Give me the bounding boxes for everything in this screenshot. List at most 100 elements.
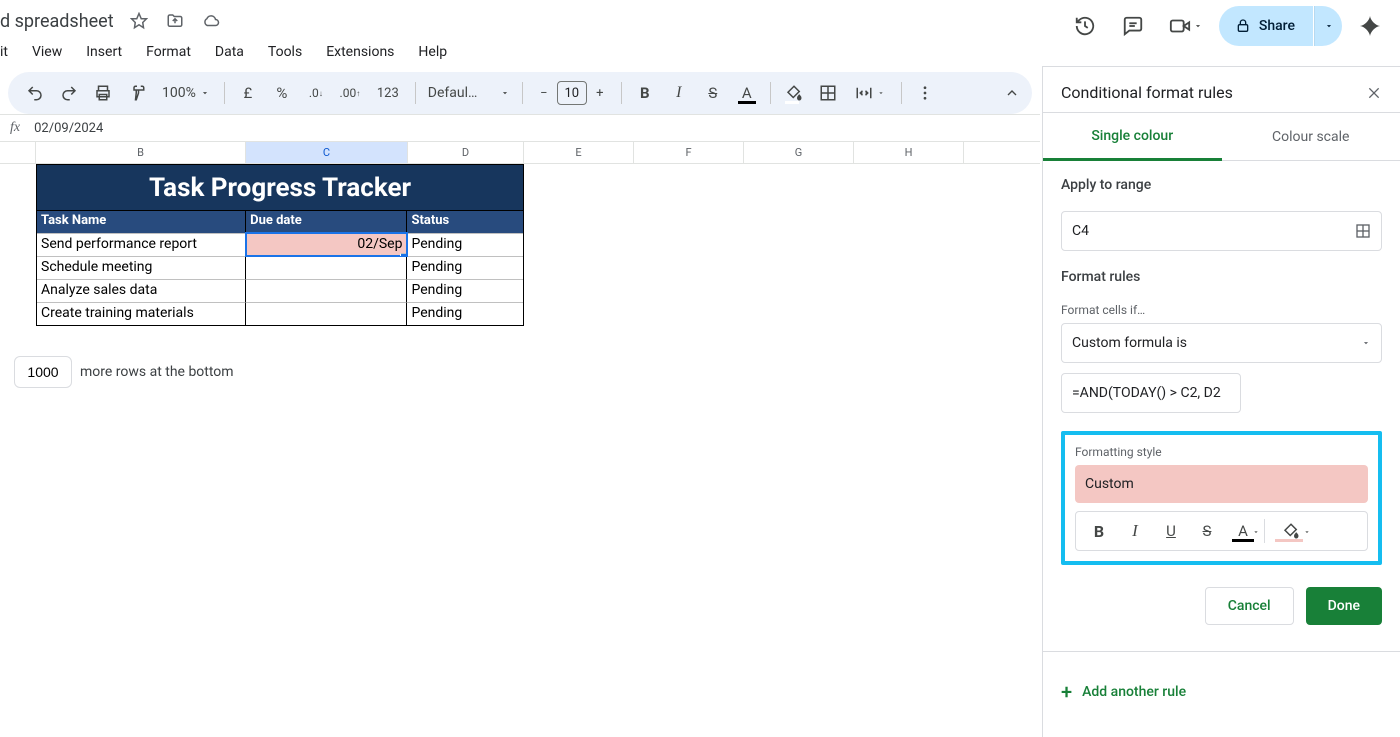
strikethrough-icon[interactable]: S: [698, 78, 728, 108]
font-name: Defaul…: [428, 85, 478, 101]
toolbar: 100% £ % .0↓ .00↑ 123 Defaul… − 10 + B I…: [8, 72, 1032, 114]
cell-due[interactable]: [246, 279, 407, 302]
cell-task[interactable]: Create training materials: [37, 302, 246, 325]
document-title[interactable]: d spreadsheet: [0, 11, 114, 32]
col-header-f[interactable]: F: [634, 142, 744, 163]
format-rules-label: Format rules: [1061, 269, 1382, 285]
format-cells-if-label: Format cells if…: [1061, 303, 1382, 317]
style-italic-icon[interactable]: I: [1118, 516, 1152, 546]
col-header-e[interactable]: E: [524, 142, 634, 163]
cell-due[interactable]: [246, 256, 407, 279]
close-icon[interactable]: [1366, 85, 1382, 101]
cell-status[interactable]: Pending: [407, 302, 523, 325]
style-underline-icon[interactable]: U: [1154, 516, 1188, 546]
tab-colour-scale[interactable]: Colour scale: [1222, 113, 1400, 161]
cell-due[interactable]: [246, 302, 407, 325]
cell-task[interactable]: Analyze sales data: [37, 279, 246, 302]
formula-text: =AND(TODAY() > C2, D2: [1072, 385, 1221, 401]
history-icon[interactable]: [1065, 6, 1105, 46]
selection-handle[interactable]: [400, 253, 407, 256]
collapse-toolbar-icon[interactable]: [1004, 85, 1020, 101]
zoom-value: 100%: [162, 85, 196, 101]
cell-due-selected[interactable]: 02/Sep: [246, 233, 407, 256]
table-title[interactable]: Task Progress Tracker: [37, 165, 523, 211]
cancel-button[interactable]: Cancel: [1205, 587, 1294, 625]
italic-icon[interactable]: I: [664, 78, 694, 108]
increase-decimal-icon[interactable]: .00↑: [335, 78, 365, 108]
style-fill-color-icon[interactable]: [1269, 516, 1313, 546]
col-header-h[interactable]: H: [854, 142, 964, 163]
font-size-value[interactable]: 10: [557, 81, 587, 105]
spreadsheet-grid[interactable]: Task Progress Tracker Task Name Due date…: [0, 164, 1040, 524]
cell-status[interactable]: Pending: [407, 279, 523, 302]
th-status[interactable]: Status: [407, 211, 523, 233]
col-header-g[interactable]: G: [744, 142, 854, 163]
comments-icon[interactable]: [1113, 6, 1153, 46]
col-header-c[interactable]: C: [246, 142, 408, 163]
number-format-select[interactable]: 123: [369, 78, 407, 108]
share-button[interactable]: Share: [1219, 6, 1313, 46]
menu-tools[interactable]: Tools: [258, 40, 312, 64]
font-size-increase[interactable]: +: [587, 80, 613, 106]
formula-value[interactable]: 02/09/2024: [30, 121, 103, 136]
undo-icon[interactable]: [20, 78, 50, 108]
style-text-color-icon[interactable]: A: [1226, 516, 1260, 546]
menu-view[interactable]: View: [22, 40, 72, 64]
cell-status[interactable]: Pending: [407, 256, 523, 279]
gemini-icon[interactable]: [1350, 6, 1390, 46]
formatting-style-block: Formatting style Custom B I U S A: [1061, 431, 1382, 565]
style-preview[interactable]: Custom: [1075, 465, 1368, 503]
merge-cells-icon[interactable]: [847, 78, 893, 108]
menu-format[interactable]: Format: [136, 40, 201, 64]
more-toolbar-icon[interactable]: [910, 78, 940, 108]
fill-color-icon[interactable]: [779, 78, 809, 108]
menu-insert[interactable]: Insert: [76, 40, 132, 64]
font-select[interactable]: Defaul…: [424, 85, 514, 101]
add-another-rule-button[interactable]: + Add another rule: [1061, 670, 1382, 714]
redo-icon[interactable]: [54, 78, 84, 108]
menu-help[interactable]: Help: [408, 40, 457, 64]
percent-icon[interactable]: %: [267, 78, 297, 108]
rows-label: more rows at the bottom: [80, 364, 234, 380]
menu-data[interactable]: Data: [205, 40, 254, 64]
condition-value: Custom formula is: [1072, 335, 1187, 351]
cell-task[interactable]: Schedule meeting: [37, 256, 246, 279]
cell-task[interactable]: Send performance report: [37, 233, 246, 256]
formula-field[interactable]: =AND(TODAY() > C2, D2: [1061, 373, 1241, 413]
rows-count-input[interactable]: [14, 356, 72, 388]
th-due-date[interactable]: Due date: [246, 211, 407, 233]
tab-single-colour[interactable]: Single colour: [1043, 113, 1222, 161]
menu-edit[interactable]: it: [0, 40, 18, 64]
th-task-name[interactable]: Task Name: [37, 211, 246, 233]
range-input[interactable]: C4: [1061, 211, 1382, 251]
zoom-select[interactable]: 100%: [156, 85, 216, 101]
move-folder-icon[interactable]: [164, 10, 186, 32]
condition-select[interactable]: Custom formula is: [1061, 323, 1382, 363]
select-range-icon[interactable]: [1355, 223, 1371, 239]
apply-to-range-label: Apply to range: [1061, 177, 1382, 193]
star-icon[interactable]: [128, 10, 150, 32]
style-bold-icon[interactable]: B: [1082, 516, 1116, 546]
share-dropdown[interactable]: [1314, 6, 1342, 46]
bold-icon[interactable]: B: [630, 78, 660, 108]
task-tracker-table: Task Progress Tracker Task Name Due date…: [36, 164, 524, 326]
select-all-corner[interactable]: [0, 142, 36, 163]
font-size-decrease[interactable]: −: [531, 80, 557, 106]
done-button[interactable]: Done: [1306, 587, 1382, 625]
cell-status[interactable]: Pending: [407, 233, 523, 256]
decrease-decimal-icon[interactable]: .0↓: [301, 78, 331, 108]
font-size-control: − 10 +: [531, 80, 613, 106]
cloud-status-icon[interactable]: [200, 10, 222, 32]
currency-icon[interactable]: £: [233, 78, 263, 108]
style-strike-icon[interactable]: S: [1190, 516, 1224, 546]
column-headers: B C D E F G H: [0, 142, 1040, 164]
formula-bar[interactable]: fx 02/09/2024: [0, 114, 1040, 142]
col-header-d[interactable]: D: [408, 142, 524, 163]
text-color-icon[interactable]: A: [732, 78, 762, 108]
col-header-b[interactable]: B: [36, 142, 246, 163]
borders-icon[interactable]: [813, 78, 843, 108]
paint-format-icon[interactable]: [122, 78, 152, 108]
meet-icon[interactable]: [1161, 6, 1211, 46]
print-icon[interactable]: [88, 78, 118, 108]
menu-extensions[interactable]: Extensions: [316, 40, 404, 64]
